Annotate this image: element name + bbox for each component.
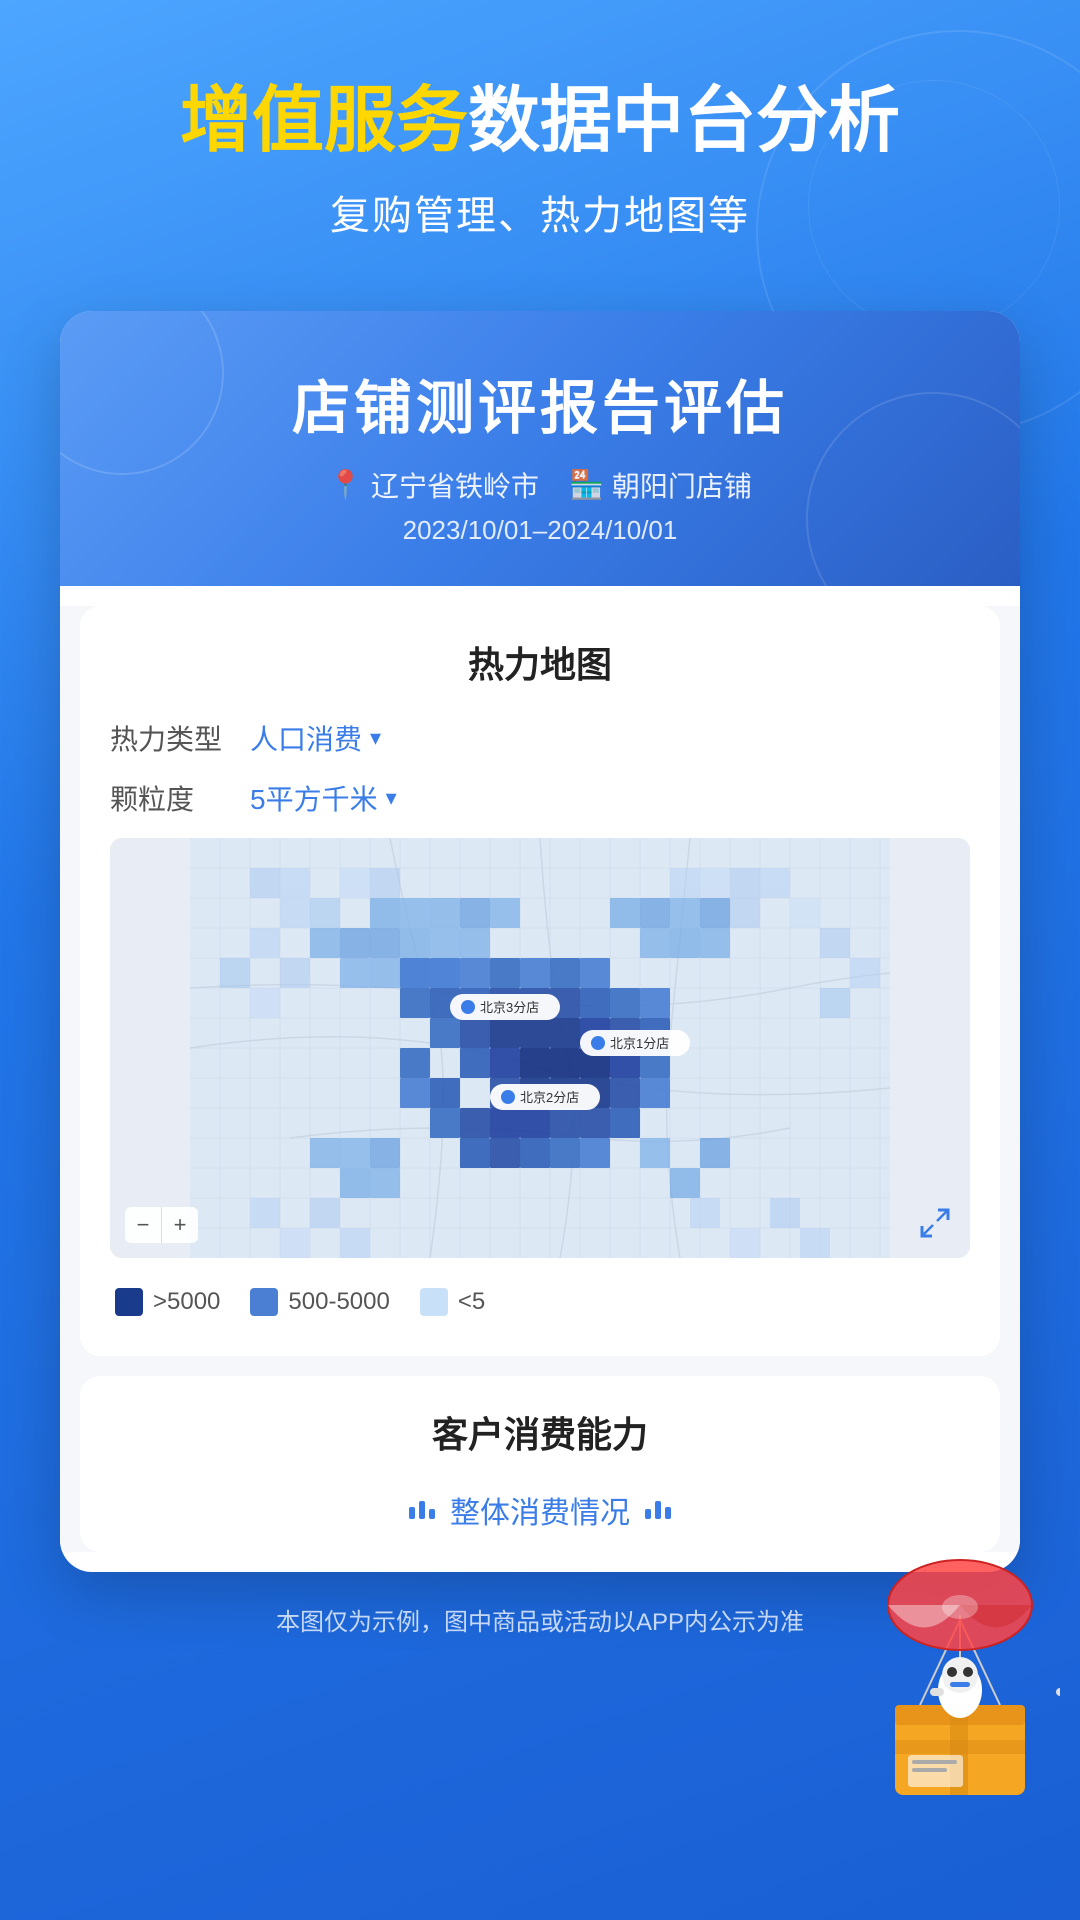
filter-granularity-value: 5平方千米 bbox=[250, 778, 378, 818]
store-text: 朝阳门店铺 bbox=[612, 465, 752, 505]
heatmap-section: 热力地图 热力类型 人口消费 ▾ 颗粒度 5平方千米 ▾ bbox=[80, 606, 1000, 1356]
bar-5 bbox=[655, 1501, 661, 1519]
bars-right-icon bbox=[645, 1501, 671, 1519]
legend-color-high bbox=[115, 1288, 143, 1316]
filter-granularity-row: 颗粒度 5平方千米 ▾ bbox=[110, 778, 970, 818]
map-expand-button[interactable] bbox=[915, 1203, 955, 1243]
location-text: 辽宁省铁岭市 bbox=[371, 465, 539, 505]
filter-granularity-label: 颗粒度 bbox=[110, 778, 250, 818]
chevron-down-icon: ▾ bbox=[370, 725, 381, 751]
legend-color-mid bbox=[250, 1288, 278, 1316]
bar-4 bbox=[645, 1509, 651, 1519]
bars-left-icon bbox=[409, 1501, 435, 1519]
bar-6 bbox=[665, 1507, 671, 1519]
zoom-plus-button[interactable]: + bbox=[162, 1207, 198, 1243]
map-zoom-controls[interactable]: − + bbox=[125, 1207, 198, 1243]
bar-2 bbox=[419, 1501, 425, 1519]
legend-label-high: >5000 bbox=[153, 1288, 220, 1316]
legend-item-low: <5 bbox=[420, 1288, 485, 1316]
card-header: 店铺测评报告评估 📍 辽宁省铁岭市 🏪 朝阳门店铺 2023/10/01–202… bbox=[60, 311, 1020, 586]
heatmap-map[interactable]: 北京3分店 北京1分店 北京2分店 − + bbox=[110, 838, 970, 1258]
card-date: 2023/10/01–2024/10/01 bbox=[100, 515, 980, 546]
card-title: 店铺测评报告评估 bbox=[100, 361, 980, 445]
store-icon: 🏪 bbox=[569, 468, 604, 501]
filter-type-row: 热力类型 人口消费 ▾ bbox=[110, 718, 970, 758]
main-title: 增值服务数据中台分析 bbox=[60, 80, 1020, 163]
main-card: 店铺测评报告评估 📍 辽宁省铁岭市 🏪 朝阳门店铺 2023/10/01–202… bbox=[60, 311, 1020, 1572]
zoom-minus-button[interactable]: − bbox=[125, 1207, 161, 1243]
filter-granularity-dropdown[interactable]: 5平方千米 ▾ bbox=[250, 778, 397, 818]
chevron-down-icon-2: ▾ bbox=[386, 785, 397, 811]
filter-type-value: 人口消费 bbox=[250, 718, 362, 758]
location-icon: 📍 bbox=[328, 468, 363, 501]
heatmap-legend: >5000 500-5000 <5 bbox=[110, 1278, 970, 1326]
legend-label-mid: 500-5000 bbox=[288, 1288, 389, 1316]
bar-3 bbox=[429, 1509, 435, 1519]
svg-text:北京1分店: 北京1分店 bbox=[610, 1036, 669, 1051]
filter-type-dropdown[interactable]: 人口消费 ▾ bbox=[250, 718, 381, 758]
header-subtitle: 复购管理、热力地图等 bbox=[60, 183, 1020, 241]
footer: 本图仅为示例，图中商品或活动以APP内公示为准 bbox=[0, 1572, 1080, 1677]
legend-label-low: <5 bbox=[458, 1288, 485, 1316]
svg-text:北京2分店: 北京2分店 bbox=[520, 1090, 579, 1105]
footer-disclaimer: 本图仅为示例，图中商品或活动以APP内公示为准 bbox=[276, 1609, 804, 1636]
filter-type-label: 热力类型 bbox=[110, 718, 250, 758]
card-location: 📍 辽宁省铁岭市 bbox=[328, 465, 539, 505]
consumption-title: 客户消费能力 bbox=[110, 1406, 970, 1458]
heatmap-title: 热力地图 bbox=[110, 636, 970, 688]
legend-item-mid: 500-5000 bbox=[250, 1288, 389, 1316]
consumption-subtitle-text: 整体消费情况 bbox=[450, 1488, 630, 1532]
bar-1 bbox=[409, 1507, 415, 1519]
legend-item-high: >5000 bbox=[115, 1288, 220, 1316]
consumption-subtitle: 整体消费情况 bbox=[110, 1488, 970, 1532]
header: 增值服务数据中台分析 复购管理、热力地图等 bbox=[0, 0, 1080, 291]
card-meta: 📍 辽宁省铁岭市 🏪 朝阳门店铺 bbox=[100, 465, 980, 505]
consumption-section: 客户消费能力 整体消费情况 bbox=[80, 1376, 1000, 1552]
legend-color-low bbox=[420, 1288, 448, 1316]
title-white: 数据中台分析 bbox=[468, 81, 900, 161]
title-yellow: 增值服务 bbox=[180, 81, 468, 161]
svg-text:北京3分店: 北京3分店 bbox=[480, 1000, 539, 1015]
heatmap-svg: 北京3分店 北京1分店 北京2分店 bbox=[110, 838, 970, 1258]
card-store: 🏪 朝阳门店铺 bbox=[569, 465, 752, 505]
card-body: 热力地图 热力类型 人口消费 ▾ 颗粒度 5平方千米 ▾ bbox=[60, 606, 1020, 1552]
